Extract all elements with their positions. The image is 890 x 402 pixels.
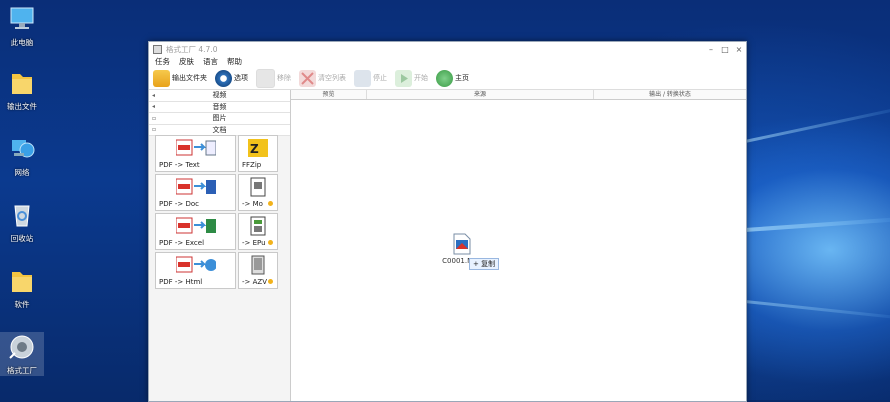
window-titlebar[interactable]: 格式工厂 4.7.0 – □ × [149,42,746,56]
desktop-icon-output-folder[interactable]: 输出文件 [0,68,44,112]
pdf-to-text-icon [176,139,216,156]
desktop-icon-label: 格式工厂 [7,366,37,375]
desktop-icon-this-pc[interactable]: 此电脑 [0,4,44,48]
tile-label: -> AZV [242,278,267,286]
desktop-icon-label: 网络 [14,168,30,177]
start-button[interactable]: 开始 [395,69,428,87]
badge-dot [268,201,273,206]
desktop-icon-recycle-bin[interactable]: 回收站 [0,200,44,244]
home-button[interactable]: 主页 [436,69,469,87]
tile-label: FFZip [242,161,262,169]
desktop-icon-label: 输出文件 [7,102,37,111]
maximize-button[interactable]: □ [718,45,732,54]
app-icon [153,44,162,54]
copy-drop-tooltip: + 复制 [469,258,500,270]
folder-icon [8,266,36,296]
task-list-header: 预览 来源 输出 / 转换状态 [291,90,746,100]
minimize-button[interactable]: – [704,45,718,54]
recycle-bin-icon [8,200,36,230]
column-output-status[interactable]: 输出 / 转换状态 [594,90,746,99]
tile-label: PDF -> Html [159,278,203,286]
menu-bar: 任务 皮肤 语言 帮助 [149,56,746,67]
tile-pdf-to-excel[interactable]: PDF -> Excel [155,213,236,250]
to-azw-icon [251,255,265,275]
clear-list-icon [299,69,316,87]
desktop-icon-network[interactable]: 网络 [0,134,44,178]
menu-language[interactable]: 语言 [203,56,218,67]
expand-icon: ▫ [152,126,157,134]
category-audio[interactable]: ◂ 音频 [149,101,290,113]
expand-icon: ◂ [152,103,156,111]
category-label: 文档 [212,125,227,134]
stop-button[interactable]: 停止 [354,69,387,87]
start-icon [395,69,412,87]
tile-label: PDF -> Text [159,161,200,169]
stop-icon [354,69,371,87]
options-icon [215,69,232,87]
network-icon [8,134,36,164]
toolbar-label: 停止 [373,74,387,82]
clear-list-button[interactable]: 清空列表 [299,69,346,87]
toolbar-label: 选项 [234,74,248,82]
toolbar-label: 移除 [277,74,291,82]
menu-help[interactable]: 帮助 [227,56,242,67]
svg-text:Z: Z [250,142,259,156]
format-factory-icon [8,332,36,362]
category-label: 视频 [212,91,227,100]
tile-label: -> EPu [242,239,266,247]
to-mobi-icon [250,177,266,197]
home-icon [436,69,453,87]
task-list[interactable]: 预览 来源 输出 / 转换状态 [291,90,746,401]
output-folder-icon [153,69,170,87]
computer-icon [8,4,36,34]
output-folder-button[interactable]: 输出文件夹 [153,69,207,87]
options-button[interactable]: 选项 [215,69,248,87]
tile-pdf-to-text[interactable]: PDF -> Text [155,135,236,172]
tile-label: PDF -> Doc [159,200,200,208]
tile-label: PDF -> Excel [159,239,205,247]
category-label: 图片 [212,114,227,123]
desktop-icon-format-factory[interactable]: 格式工厂 [0,332,44,376]
window-title: 格式工厂 4.7.0 [166,44,218,54]
tile-label: -> Mo [242,200,263,208]
toolbar: 输出文件夹 选项 移除 清空列表 停止 开始 主页 [149,67,746,90]
menu-task[interactable]: 任务 [155,56,170,67]
to-epub-icon [250,216,266,236]
category-label: 音频 [212,102,227,111]
folder-icon [8,68,36,98]
toolbar-label: 主页 [455,74,469,82]
pdf-to-doc-icon [176,178,216,195]
category-video[interactable]: ◂ 视频 [149,90,290,102]
tile-to-azw[interactable]: -> AZV [238,252,278,289]
remove-button[interactable]: 移除 [256,68,291,88]
tile-pdf-to-html[interactable]: PDF -> Html [155,252,236,289]
tile-to-epub[interactable]: -> EPu [238,213,278,250]
video-file-icon [453,233,471,255]
toolbar-label: 开始 [414,74,428,82]
pdf-to-excel-icon [176,217,216,234]
desktop-icon-software[interactable]: 软件 [0,266,44,310]
expand-icon: ◂ [152,91,156,99]
toolbar-label: 输出文件夹 [172,74,207,82]
tile-to-mobi[interactable]: -> Mo [238,174,278,211]
badge-dot [268,240,273,245]
pdf-to-html-icon [176,256,216,273]
column-source[interactable]: 来源 [367,90,594,99]
desktop-icon-label: 此电脑 [10,38,34,47]
remove-icon [256,68,275,88]
badge-dot [268,279,273,284]
tile-ffzip[interactable]: Z FFZip [238,135,278,172]
toolbar-label: 清空列表 [318,74,346,82]
expand-icon: ▫ [152,114,157,122]
category-image[interactable]: ▫ 图片 [149,113,290,125]
menu-skin[interactable]: 皮肤 [179,56,194,67]
format-factory-window: 格式工厂 4.7.0 – □ × 任务 皮肤 语言 帮助 输出文件夹 选项 移除… [148,41,747,402]
function-panel: ◂ 视频 ◂ 音频 ▫ 图片 ▫ 文档 PDF -> Text Z FFZip [149,90,291,401]
close-button[interactable]: × [732,45,746,54]
desktop-icon-label: 回收站 [10,234,34,243]
desktop-icon-label: 软件 [14,300,30,309]
tile-pdf-to-doc[interactable]: PDF -> Doc [155,174,236,211]
column-preview[interactable]: 预览 [291,90,367,99]
ffzip-icon: Z [248,139,268,157]
